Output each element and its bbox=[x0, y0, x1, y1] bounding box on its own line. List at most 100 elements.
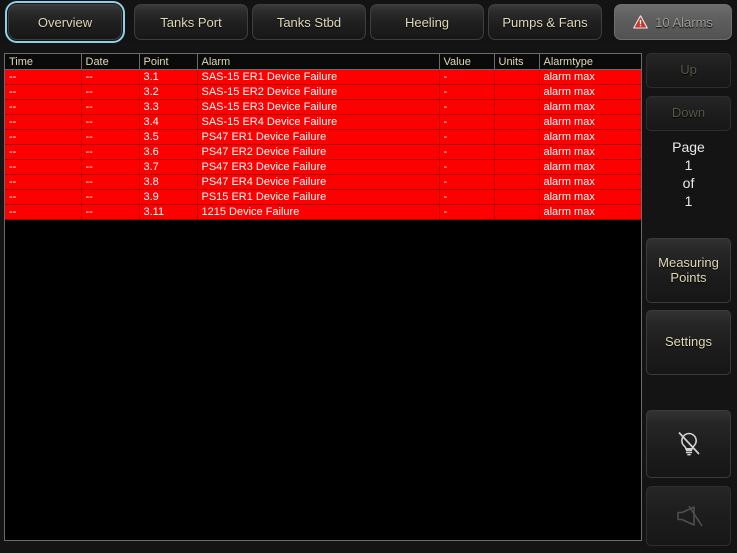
alarm-table-header-row: Time Date Point Alarm Value Units Alarmt… bbox=[5, 54, 641, 70]
measuring-points-line2: Points bbox=[670, 269, 707, 285]
tab-pumps-fans[interactable]: Pumps & Fans bbox=[488, 4, 602, 40]
alarm-table-panel: Time Date Point Alarm Value Units Alarmt… bbox=[4, 53, 642, 541]
cell-units bbox=[494, 129, 540, 145]
table-row[interactable]: -- -- 3.2 SAS-15 ER2 Device Failure - alarm m… bbox=[5, 84, 641, 100]
cell-point: 3.2 bbox=[139, 84, 198, 100]
cell-value: - bbox=[439, 159, 495, 175]
cell-time: -- bbox=[5, 129, 82, 145]
tab-alarms-label: 10 Alarms bbox=[655, 14, 713, 30]
page-indicator: Page 1 of 1 bbox=[646, 139, 731, 211]
cell-value: - bbox=[439, 129, 495, 145]
warning-triangle-icon bbox=[633, 15, 648, 29]
cell-date: -- bbox=[81, 204, 140, 220]
main-tab-bar: Overview Tanks Port Tanks Stbd Heeling P… bbox=[0, 0, 737, 44]
cell-alarmtype: alarm max bbox=[539, 159, 641, 175]
cell-units bbox=[494, 99, 540, 115]
tab-overview[interactable]: Overview bbox=[5, 1, 125, 43]
cell-alarm: SAS-15 ER2 Device Failure bbox=[197, 84, 440, 100]
cell-time: -- bbox=[5, 144, 82, 160]
settings-button[interactable]: Settings bbox=[646, 310, 731, 375]
cell-date: -- bbox=[81, 174, 140, 190]
cell-units bbox=[494, 144, 540, 160]
table-row[interactable]: -- -- 3.6 PS47 ER2 Device Failure - alarm max bbox=[5, 144, 641, 160]
cell-alarm: PS47 ER3 Device Failure bbox=[197, 159, 440, 175]
scroll-down-button[interactable]: Down bbox=[646, 96, 731, 131]
column-header-time[interactable]: Time bbox=[5, 54, 82, 70]
page-total: 1 bbox=[684, 192, 693, 209]
cell-time: -- bbox=[5, 189, 82, 205]
cell-point: 3.4 bbox=[139, 114, 198, 130]
cell-value: - bbox=[439, 144, 495, 160]
column-header-date[interactable]: Date bbox=[81, 54, 140, 70]
tab-tanks-port[interactable]: Tanks Port bbox=[134, 4, 248, 40]
column-header-alarm[interactable]: Alarm bbox=[197, 54, 440, 70]
tab-heeling-label: Heeling bbox=[404, 14, 450, 30]
lamp-test-button[interactable] bbox=[646, 410, 731, 478]
table-row[interactable]: -- -- 3.5 PS47 ER1 Device Failure - alarm max bbox=[5, 129, 641, 145]
tab-tanks-stbd-label: Tanks Stbd bbox=[276, 14, 342, 30]
cell-time: -- bbox=[5, 174, 82, 190]
right-sidebar: Up Down Page 1 of 1 Measuring Points Set… bbox=[646, 53, 732, 547]
cell-value: - bbox=[439, 69, 495, 85]
table-row[interactable]: -- -- 3.8 PS47 ER4 Device Failure - alarm max bbox=[5, 174, 641, 190]
cell-alarmtype: alarm max bbox=[539, 129, 641, 145]
tab-heeling[interactable]: Heeling bbox=[370, 4, 484, 40]
table-row[interactable]: -- -- 3.4 SAS-15 ER4 Device Failure - alarm m… bbox=[5, 114, 641, 130]
cell-time: -- bbox=[5, 84, 82, 100]
cell-units bbox=[494, 204, 540, 220]
cell-date: -- bbox=[81, 69, 140, 85]
tab-tanks-stbd[interactable]: Tanks Stbd bbox=[252, 4, 366, 40]
cell-alarm: SAS-15 ER3 Device Failure bbox=[197, 99, 440, 115]
table-row[interactable]: -- -- 3.3 SAS-15 ER3 Device Failure - alarm m… bbox=[5, 99, 641, 115]
cell-alarm: SAS-15 ER4 Device Failure bbox=[197, 114, 440, 130]
cell-date: -- bbox=[81, 159, 140, 175]
table-row[interactable]: -- -- 3.9 PS15 ER1 Device Failure - alarm max bbox=[5, 189, 641, 205]
cell-alarmtype: alarm max bbox=[539, 204, 641, 220]
measuring-points-button[interactable]: Measuring Points bbox=[646, 238, 731, 303]
horn-mute-button[interactable] bbox=[646, 486, 731, 546]
cell-units bbox=[494, 159, 540, 175]
cell-alarmtype: alarm max bbox=[539, 174, 641, 190]
cell-time: -- bbox=[5, 159, 82, 175]
cell-point: 3.6 bbox=[139, 144, 198, 160]
cell-time: -- bbox=[5, 204, 82, 220]
cell-point: 3.11 bbox=[139, 204, 198, 220]
cell-date: -- bbox=[81, 114, 140, 130]
scroll-up-label: Up bbox=[680, 62, 697, 78]
table-row[interactable]: -- -- 3.1 SAS-15 ER1 Device Failure - alarm m… bbox=[5, 69, 641, 85]
cell-point: 3.5 bbox=[139, 129, 198, 145]
cell-alarm: PS15 ER1 Device Failure bbox=[197, 189, 440, 205]
cell-units bbox=[494, 189, 540, 205]
column-header-units[interactable]: Units bbox=[494, 54, 540, 70]
cell-value: - bbox=[439, 174, 495, 190]
column-header-alarmtype[interactable]: Alarmtype bbox=[539, 54, 641, 70]
cell-alarm: 1215 Device Failure bbox=[197, 204, 440, 220]
cell-point: 3.8 bbox=[139, 174, 198, 190]
cell-time: -- bbox=[5, 69, 82, 85]
cell-alarmtype: alarm max bbox=[539, 84, 641, 100]
cell-date: -- bbox=[81, 144, 140, 160]
cell-date: -- bbox=[81, 189, 140, 205]
column-header-value[interactable]: Value bbox=[439, 54, 495, 70]
scroll-up-button[interactable]: Up bbox=[646, 53, 731, 88]
tab-alarms[interactable]: 10 Alarms bbox=[614, 4, 732, 40]
table-row[interactable]: -- -- 3.7 PS47 ER3 Device Failure - alarm max bbox=[5, 159, 641, 175]
tab-tanks-port-label: Tanks Port bbox=[160, 14, 222, 30]
alarm-table: Time Date Point Alarm Value Units Alarmt… bbox=[5, 54, 641, 220]
page-current: 1 bbox=[684, 156, 693, 173]
table-row[interactable]: -- -- 3.11 1215 Device Failure - alarm max bbox=[5, 204, 641, 220]
cell-units bbox=[494, 84, 540, 100]
cell-units bbox=[494, 174, 540, 190]
cell-date: -- bbox=[81, 84, 140, 100]
cell-time: -- bbox=[5, 99, 82, 115]
column-header-point[interactable]: Point bbox=[139, 54, 198, 70]
cell-date: -- bbox=[81, 129, 140, 145]
cell-time: -- bbox=[5, 114, 82, 130]
cell-value: - bbox=[439, 84, 495, 100]
cell-units bbox=[494, 69, 540, 85]
measuring-points-line1: Measuring bbox=[658, 254, 719, 270]
cell-date: -- bbox=[81, 99, 140, 115]
tab-pumps-fans-label: Pumps & Fans bbox=[502, 14, 588, 30]
page-of-label: of bbox=[682, 174, 695, 191]
cell-alarmtype: alarm max bbox=[539, 144, 641, 160]
